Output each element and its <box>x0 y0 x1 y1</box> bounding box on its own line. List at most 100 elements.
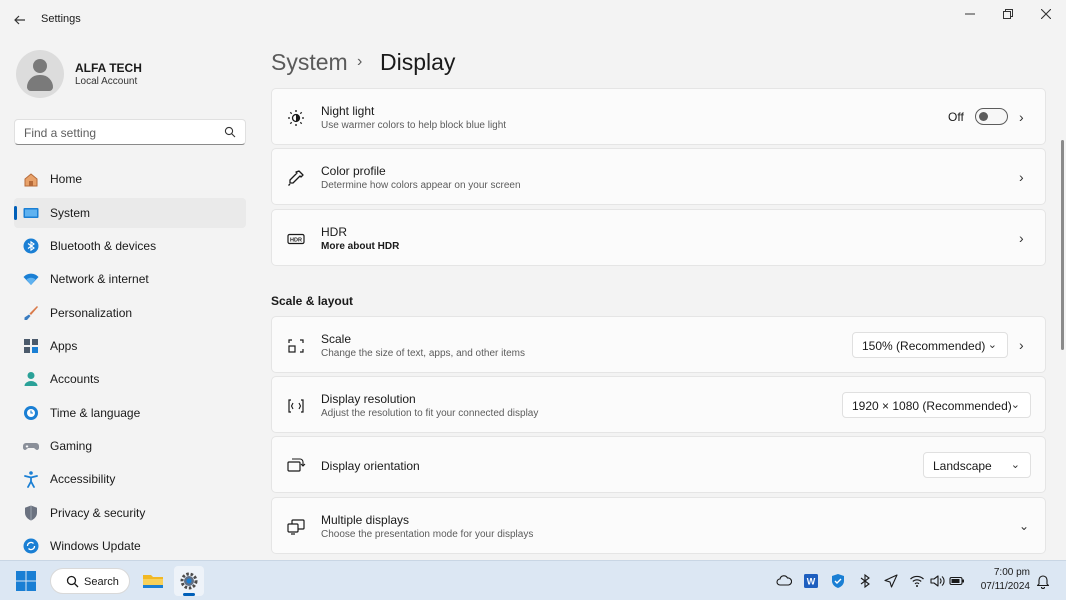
sidebar-item-label: Personalization <box>50 306 133 320</box>
display-resolution-card: Display resolution Adjust the resolution… <box>271 376 1046 433</box>
hdr-link[interactable]: More about HDR <box>321 241 399 252</box>
sidebar-item-windows-update[interactable]: Windows Update <box>14 531 246 561</box>
apps-icon <box>24 339 38 353</box>
sidebar-item-label: Windows Update <box>50 539 141 553</box>
notification-bell-icon[interactable] <box>1035 573 1051 589</box>
defender-shield-icon[interactable] <box>830 573 846 589</box>
restore-button[interactable] <box>989 4 1027 24</box>
sidebar-item-apps[interactable]: Apps <box>14 331 246 361</box>
resolution-value: 1920 × 1080 (Recommended) <box>852 399 1012 413</box>
multiple-displays-card[interactable]: Multiple displays Choose the presentatio… <box>271 497 1046 554</box>
close-icon <box>1041 9 1051 19</box>
gamepad-icon <box>23 443 39 450</box>
svg-text:W: W <box>807 577 816 587</box>
taskbar-search[interactable]: Search <box>50 568 130 594</box>
avatar[interactable] <box>16 50 64 98</box>
orientation-dropdown[interactable]: Landscape ⌄ <box>923 452 1031 478</box>
sidebar-item-label: Gaming <box>50 439 93 453</box>
onedrive-cloud-icon[interactable] <box>776 573 792 589</box>
globe-clock-icon <box>24 406 38 420</box>
windows-start-icon[interactable] <box>16 571 36 591</box>
breadcrumb-parent[interactable]: System <box>271 49 348 76</box>
minimize-icon <box>965 13 975 15</box>
title-bar: Settings <box>0 0 1066 40</box>
sidebar-item-accessibility[interactable]: Accessibility <box>14 464 246 494</box>
search-placeholder: Find a setting <box>24 126 97 140</box>
app-title: Settings <box>41 13 81 25</box>
sidebar-item-time-and-language[interactable]: Time & language <box>14 398 246 428</box>
scale-subtitle: Change the size of text, apps, and other… <box>321 348 526 359</box>
color-profile-subtitle: Determine how colors appear on your scre… <box>321 180 521 191</box>
breadcrumb-separator: › <box>357 53 363 70</box>
sidebar-item-label: Network & internet <box>50 272 149 286</box>
system-display-icon <box>23 208 39 218</box>
wifi-icon[interactable] <box>909 573 925 589</box>
settings-gear-icon <box>180 572 198 590</box>
night-light-card[interactable]: Night light Use warmer colors to help bl… <box>271 88 1046 145</box>
bluetooth-icon[interactable] <box>857 573 873 589</box>
sidebar-item-network-and-internet[interactable]: Network & internet <box>14 264 246 294</box>
orientation-value: Landscape <box>933 459 992 473</box>
orientation-icon <box>287 458 306 472</box>
eyedropper-icon <box>288 170 304 186</box>
resolution-dropdown[interactable]: 1920 × 1080 (Recommended) ⌄ <box>842 392 1031 418</box>
section-heading: Scale & layout <box>271 294 354 308</box>
display-resolution-subtitle: Adjust the resolution to fit your connec… <box>321 408 539 419</box>
scale-value: 150% (Recommended) <box>862 339 986 353</box>
night-light-subtitle: Use warmer colors to help block blue lig… <box>321 120 507 131</box>
sidebar-item-privacy-and-security[interactable]: Privacy & security <box>14 498 246 528</box>
scale-icon <box>288 339 304 353</box>
shield-icon <box>25 505 37 521</box>
home-icon <box>24 173 38 187</box>
restore-icon <box>1003 9 1013 19</box>
scale-card[interactable]: Scale Change the size of text, apps, and… <box>271 316 1046 373</box>
sidebar-item-label: Accounts <box>50 372 100 386</box>
chevron-right-icon: › <box>1019 109 1024 125</box>
color-profile-card[interactable]: Color profile Determine how colors appea… <box>271 148 1046 205</box>
display-resolution-title: Display resolution <box>321 392 416 406</box>
clock-date[interactable]: 07/11/2024 <box>975 581 1030 592</box>
file-explorer-icon <box>143 575 163 588</box>
chevron-down-icon[interactable]: ⌄ <box>1019 519 1031 533</box>
sidebar-item-gaming[interactable]: Gaming <box>14 431 246 461</box>
settings-app-button[interactable] <box>174 566 204 596</box>
sidebar-item-system[interactable]: System <box>14 198 246 228</box>
display-orientation-card: Display orientation Landscape ⌄ <box>271 436 1046 493</box>
sidebar-item-label: System <box>50 206 91 220</box>
minimize-button[interactable] <box>951 4 989 24</box>
svg-text:HDR: HDR <box>290 237 302 243</box>
word-icon[interactable]: W <box>803 573 819 589</box>
night-light-toggle[interactable] <box>975 108 1008 125</box>
chevron-down-icon: ⌄ <box>987 339 997 351</box>
search-input[interactable]: Find a setting <box>14 119 246 145</box>
avatar-body <box>27 75 53 91</box>
sidebar-item-label: Bluetooth & devices <box>50 239 157 253</box>
search-icon <box>66 575 79 588</box>
chevron-right-icon: › <box>1019 230 1024 246</box>
location-icon[interactable] <box>883 573 899 589</box>
close-button[interactable] <box>1027 4 1065 24</box>
accounts-icon <box>24 372 38 386</box>
brush-icon <box>24 306 38 320</box>
file-explorer-button[interactable] <box>138 566 168 596</box>
sidebar-item-personalization[interactable]: Personalization <box>14 298 246 328</box>
toggle-knob <box>979 112 988 121</box>
volume-icon[interactable] <box>929 573 945 589</box>
sidebar-item-accounts[interactable]: Accounts <box>14 364 246 394</box>
clock-time[interactable]: 7:00 pm <box>975 567 1030 578</box>
sidebar-item-home[interactable]: Home <box>14 164 246 194</box>
sidebar-item-bluetooth-and-devices[interactable]: Bluetooth & devices <box>14 231 246 261</box>
page-title: Display <box>380 49 456 75</box>
chevron-down-icon: ⌄ <box>1010 399 1020 411</box>
scale-dropdown[interactable]: 150% (Recommended) ⌄ <box>852 332 1008 358</box>
scrollbar[interactable] <box>1061 140 1064 350</box>
sidebar-item-label: Accessibility <box>50 472 116 486</box>
multiple-displays-title: Multiple displays <box>321 513 410 527</box>
battery-icon[interactable] <box>949 573 965 589</box>
night-light-title: Night light <box>321 104 375 118</box>
bluetooth-icon <box>23 238 39 254</box>
back-button[interactable] <box>8 8 32 32</box>
hdr-card[interactable]: HDR HDR More about HDR › <box>271 209 1046 266</box>
windows-update-icon <box>23 538 39 554</box>
accessibility-icon <box>24 471 38 488</box>
